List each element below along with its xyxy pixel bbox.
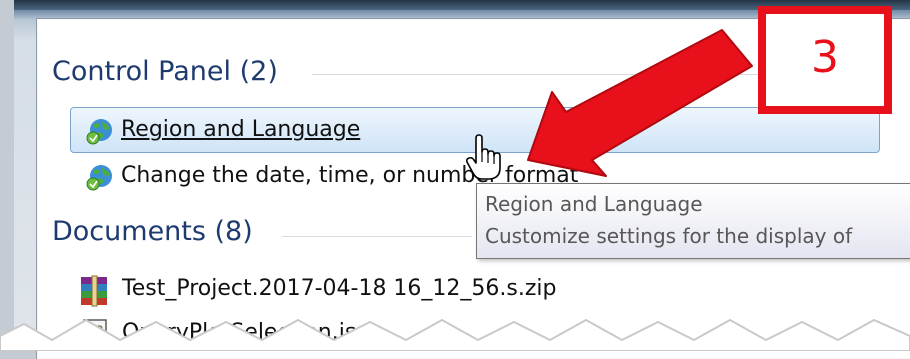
tooltip: Region and Language Customize settings f… (476, 183, 910, 259)
tooltip-description: Customize settings for the display of (485, 224, 853, 248)
result-label: Region and Language (121, 117, 361, 142)
globe-icon (86, 119, 112, 145)
section-header-control-panel[interactable]: Control Panel (2) (52, 56, 278, 87)
document-label: Test_Project.2017-04-18 16_12_56.s.zip (122, 276, 557, 301)
tooltip-title: Region and Language (485, 192, 703, 216)
step-number: 3 (811, 32, 839, 83)
section-header-documents[interactable]: Documents (8) (52, 216, 253, 247)
torn-edge (0, 318, 910, 351)
step-number-callout: 3 (758, 6, 892, 114)
hand-cursor-icon (465, 134, 501, 180)
section-divider (282, 236, 472, 237)
globe-icon (86, 165, 112, 191)
